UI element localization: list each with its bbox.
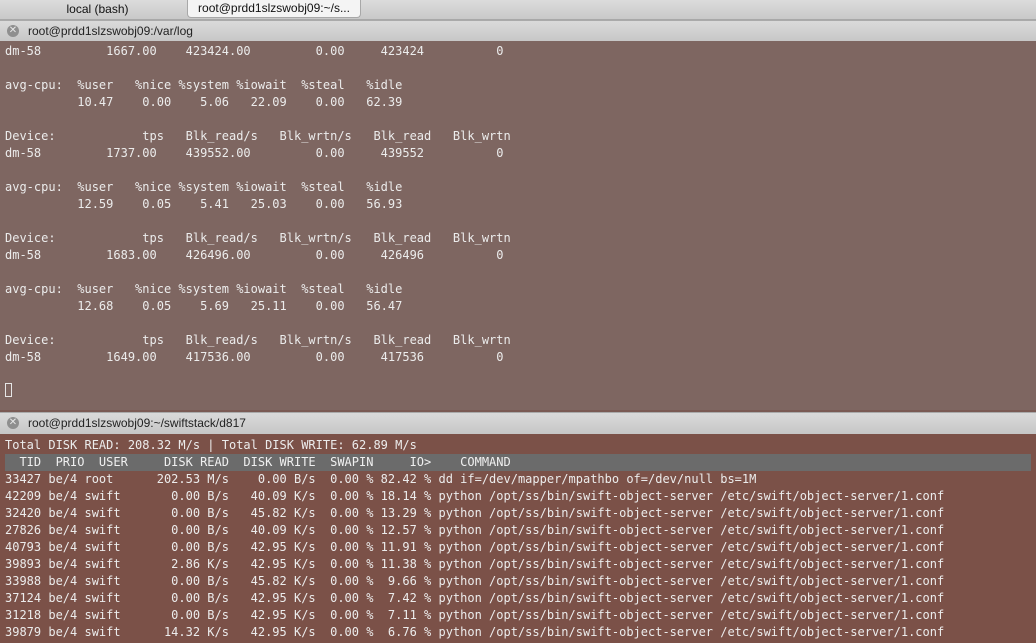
terminal-line: dm-58 1737.00 439552.00 0.00 439552 0 <box>5 146 504 160</box>
iotop-process-row: 31218 be/4 swift 0.00 B/s 42.95 K/s 0.00… <box>5 608 945 622</box>
iotop-process-row: 40793 be/4 swift 0.00 B/s 42.95 K/s 0.00… <box>5 540 945 554</box>
iotop-process-row: 39893 be/4 swift 2.86 K/s 42.95 K/s 0.00… <box>5 557 945 571</box>
iotop-process-row: 39879 be/4 swift 14.32 K/s 42.95 K/s 0.0… <box>5 625 945 639</box>
terminal-line: Device: tps Blk_read/s Blk_wrtn/s Blk_re… <box>5 333 511 347</box>
iotop-process-row: 27826 be/4 swift 0.00 B/s 40.09 K/s 0.00… <box>5 523 945 537</box>
tab-remote-ssh[interactable]: root@prdd1slzswobj09:~/s... <box>187 0 361 18</box>
tab-bar: local (bash) root@prdd1slzswobj09:~/s... <box>0 0 1036 20</box>
iotop-process-row: 32420 be/4 swift 0.00 B/s 45.82 K/s 0.00… <box>5 506 945 520</box>
iostat-output: dm-58 1667.00 423424.00 0.00 423424 0 av… <box>5 43 511 366</box>
terminal-line: dm-58 1667.00 423424.00 0.00 423424 0 <box>5 44 504 58</box>
terminal-line: dm-58 1683.00 426496.00 0.00 426496 0 <box>5 248 504 262</box>
pane1-header: ✕ root@prdd1slzswobj09:/var/log <box>0 20 1036 43</box>
terminal-line: 10.47 0.00 5.06 22.09 0.00 62.39 <box>5 95 403 109</box>
iotop-process-row: 33427 be/4 root 202.53 M/s 0.00 B/s 0.00… <box>5 472 757 486</box>
close-icon[interactable]: ✕ <box>7 417 19 429</box>
terminal-line: 12.68 0.05 5.69 25.11 0.00 56.47 <box>5 299 403 313</box>
iotop-process-row: 33988 be/4 swift 0.00 B/s 45.82 K/s 0.00… <box>5 574 945 588</box>
iotop-column-header: TID PRIO USER DISK READ DISK WRITE SWAPI… <box>5 454 1031 471</box>
terminal-line: avg-cpu: %user %nice %system %iowait %st… <box>5 282 403 296</box>
terminal-cursor <box>5 383 12 397</box>
pane1-title: root@prdd1slzswobj09:/var/log <box>28 24 193 38</box>
iotop-process-row: 37124 be/4 swift 0.00 B/s 42.95 K/s 0.00… <box>5 591 945 605</box>
tab-local-bash[interactable]: local (bash) <box>0 0 195 19</box>
terminal-line: avg-cpu: %user %nice %system %iowait %st… <box>5 180 403 194</box>
iotop-totals: Total DISK READ: 208.32 M/s | Total DISK… <box>5 438 417 452</box>
close-icon[interactable]: ✕ <box>7 25 19 37</box>
terminal-line: avg-cpu: %user %nice %system %iowait %st… <box>5 78 403 92</box>
pane2-title: root@prdd1slzswobj09:~/swiftstack/d817 <box>28 416 246 430</box>
terminal-line: 12.59 0.05 5.41 25.03 0.00 56.93 <box>5 197 403 211</box>
terminal-line: Device: tps Blk_read/s Blk_wrtn/s Blk_re… <box>5 231 511 245</box>
iotop-output: Total DISK READ: 208.32 M/s | Total DISK… <box>5 437 1031 641</box>
terminal-pane-iostat[interactable]: dm-58 1667.00 423424.00 0.00 423424 0 av… <box>0 41 1036 410</box>
terminal-line: Device: tps Blk_read/s Blk_wrtn/s Blk_re… <box>5 129 511 143</box>
pane2-header: ✕ root@prdd1slzswobj09:~/swiftstack/d817 <box>0 412 1036 435</box>
terminal-pane-iotop[interactable]: Total DISK READ: 208.32 M/s | Total DISK… <box>0 434 1036 643</box>
iotop-rows: 33427 be/4 root 202.53 M/s 0.00 B/s 0.00… <box>5 472 944 639</box>
iotop-process-row: 42209 be/4 swift 0.00 B/s 40.09 K/s 0.00… <box>5 489 945 503</box>
terminal-line: dm-58 1649.00 417536.00 0.00 417536 0 <box>5 350 504 364</box>
